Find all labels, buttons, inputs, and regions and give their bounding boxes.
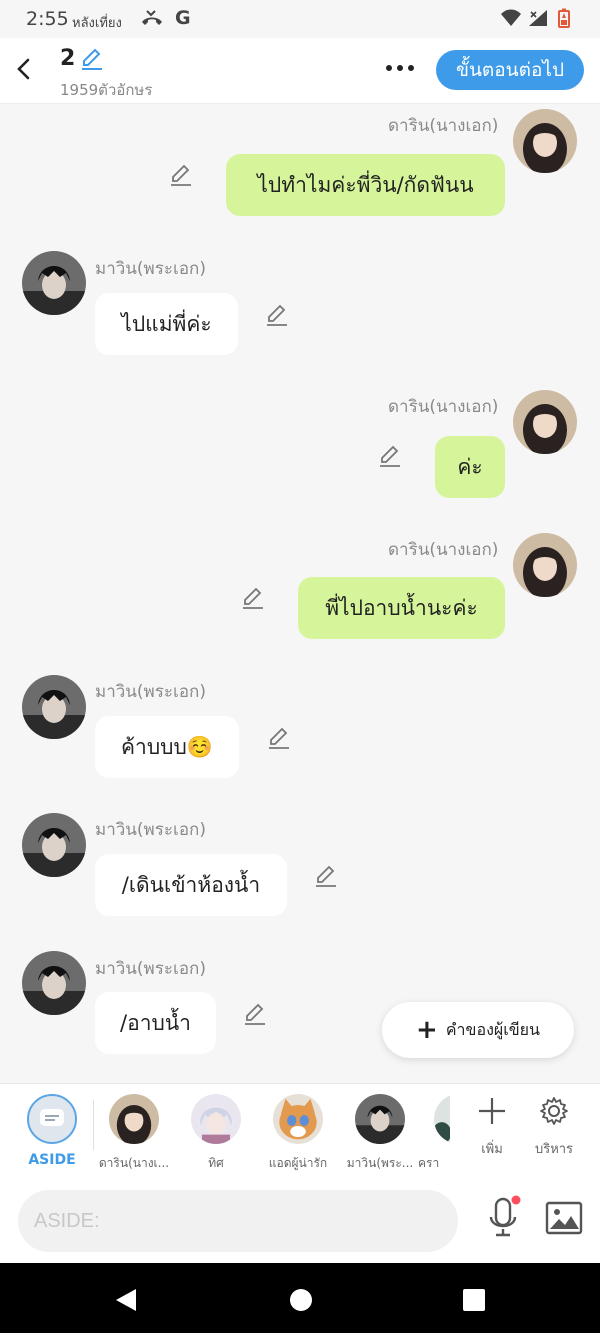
pencil-icon [267,304,287,326]
chat-area[interactable]: ดาริน(นางเอก) ไปทำไมค่ะพี่วิน/กัดฟันน มา… [0,105,600,1083]
message-bubble[interactable]: /เดินเข้าห้องน้ำ [95,854,287,916]
message-author: มาวิน(พระเอก) [95,259,206,279]
avatar-darin[interactable] [513,533,577,597]
message-bubble[interactable]: ค้าบบบ☺️ [95,716,239,778]
pencil-icon [316,865,336,887]
manage-label: บริหาร [534,1142,574,1157]
aside-avatar [27,1094,77,1144]
message-author: ดาริน(นางเอก) [388,540,499,560]
wifi-icon [500,9,522,31]
character-tit[interactable]: ทิศ [176,1094,256,1173]
avatar-darin[interactable] [513,109,577,173]
voice-input-button[interactable] [486,1195,522,1241]
avatar [109,1094,159,1144]
back-button[interactable] [12,54,36,84]
character-mawin[interactable]: มาวิน(พระ... [340,1094,420,1173]
avatar [191,1094,241,1144]
attach-image-button[interactable] [545,1201,583,1235]
nav-back-button[interactable] [112,1285,142,1315]
square-recents-icon [463,1289,485,1311]
manage-characters-button[interactable]: บริหาร [524,1096,584,1159]
character-label: มาวิน(พระ... [346,1156,414,1170]
edit-title-button[interactable] [80,47,104,71]
plus-icon: + [416,1015,438,1045]
top-app-bar: 2 1959ตัวอักษร ขั้นตอนต่อไป [0,38,600,104]
avatar-mawin[interactable] [22,813,86,877]
character-count: 1959ตัวอักษร [60,81,153,99]
image-icon [545,1201,583,1235]
character-label: ครา [418,1156,440,1170]
microphone-icon [489,1195,521,1237]
avatar-darin[interactable] [513,390,577,454]
battery-icon [558,8,570,32]
avatar [434,1094,450,1144]
character-label: ASIDE [28,1152,76,1168]
message-input-bar [0,1179,600,1263]
google-icon: G [175,7,191,29]
pencil-icon [380,445,400,467]
add-character-button[interactable]: เพิ่ม [462,1096,522,1159]
plus-icon [479,1098,505,1124]
edit-message-button[interactable] [168,162,194,188]
message-author: มาวิน(พระเอก) [95,820,206,840]
episode-title: 2 [60,46,76,71]
add-label: เพิ่ม [481,1142,503,1157]
pencil-icon [245,1003,265,1025]
pencil-icon [171,164,191,186]
chevron-left-icon [17,58,30,80]
edit-message-button[interactable] [313,863,339,889]
pencil-icon [243,587,263,609]
message-author: ดาริน(นางเอก) [388,397,499,417]
edit-message-button[interactable] [266,725,292,751]
status-ampm: หลังเที่ยง [72,16,122,31]
system-navigation-bar [0,1263,600,1333]
avatar-mawin[interactable] [22,251,86,315]
edit-message-button[interactable] [240,585,266,611]
character-label: ทิศ [208,1156,224,1170]
character-label: ดาริน(นางเ... [98,1156,170,1170]
author-note-label: คำของผู้เขียน [445,1019,540,1039]
pencil-icon [269,727,289,749]
status-bar: 2:55 หลังเที่ยง G [0,0,600,38]
chat-bubble-icon [40,1109,64,1126]
status-time: 2:55 [26,8,69,30]
message-input[interactable] [18,1190,458,1252]
message-author: มาวิน(พระเอก) [95,682,206,702]
message-bubble[interactable]: /อาบน้ำ [95,992,216,1054]
pencil-icon [82,48,102,70]
chat-editor-screen: 2:55 หลังเที่ยง G 2 1959ตัวอักษร ขั้นตอน… [0,0,600,1333]
avatar-mawin[interactable] [22,675,86,739]
next-step-button[interactable]: ขั้นตอนต่อไป [436,50,584,90]
avatar [355,1094,405,1144]
message-bubble[interactable]: ค่ะ [435,436,505,498]
edit-message-button[interactable] [264,302,290,328]
message-author: มาวิน(พระเอก) [95,959,206,979]
triangle-back-icon [116,1289,136,1311]
missed-call-icon [140,8,164,32]
character-label: แอดผู้น่ารัก [268,1156,328,1170]
character-partial[interactable]: ครา [418,1094,450,1173]
message-bubble[interactable]: พี่ไปอาบน้ำนะค่ะ [298,577,505,639]
character-selector-bar: ASIDE ดาริน(นางเ... ทิศ แอดผู้น่ารัก มาว… [0,1083,600,1179]
avatar [273,1094,323,1144]
character-aside[interactable]: ASIDE [12,1094,92,1168]
message-author: ดาริน(นางเอก) [388,116,499,136]
character-admin[interactable]: แอดผู้น่ารัก [258,1094,338,1173]
message-bubble[interactable]: ไปทำไมค่ะพี่วิน/กัดฟันน [226,154,505,216]
more-options-button[interactable] [384,58,416,78]
gear-icon [540,1097,568,1125]
edit-message-button[interactable] [377,443,403,469]
add-author-note-button[interactable]: + คำของผู้เขียน [382,1002,574,1058]
nav-recents-button[interactable] [459,1285,489,1315]
character-darin[interactable]: ดาริน(นางเ... [94,1094,174,1173]
circle-home-icon [290,1289,312,1311]
avatar-mawin[interactable] [22,951,86,1015]
message-bubble[interactable]: ไปแม่พี่ค่ะ [95,293,238,355]
more-dots-icon [386,65,414,71]
nav-home-button[interactable] [286,1285,316,1315]
edit-message-button[interactable] [242,1001,268,1027]
signal-icon [528,9,548,31]
